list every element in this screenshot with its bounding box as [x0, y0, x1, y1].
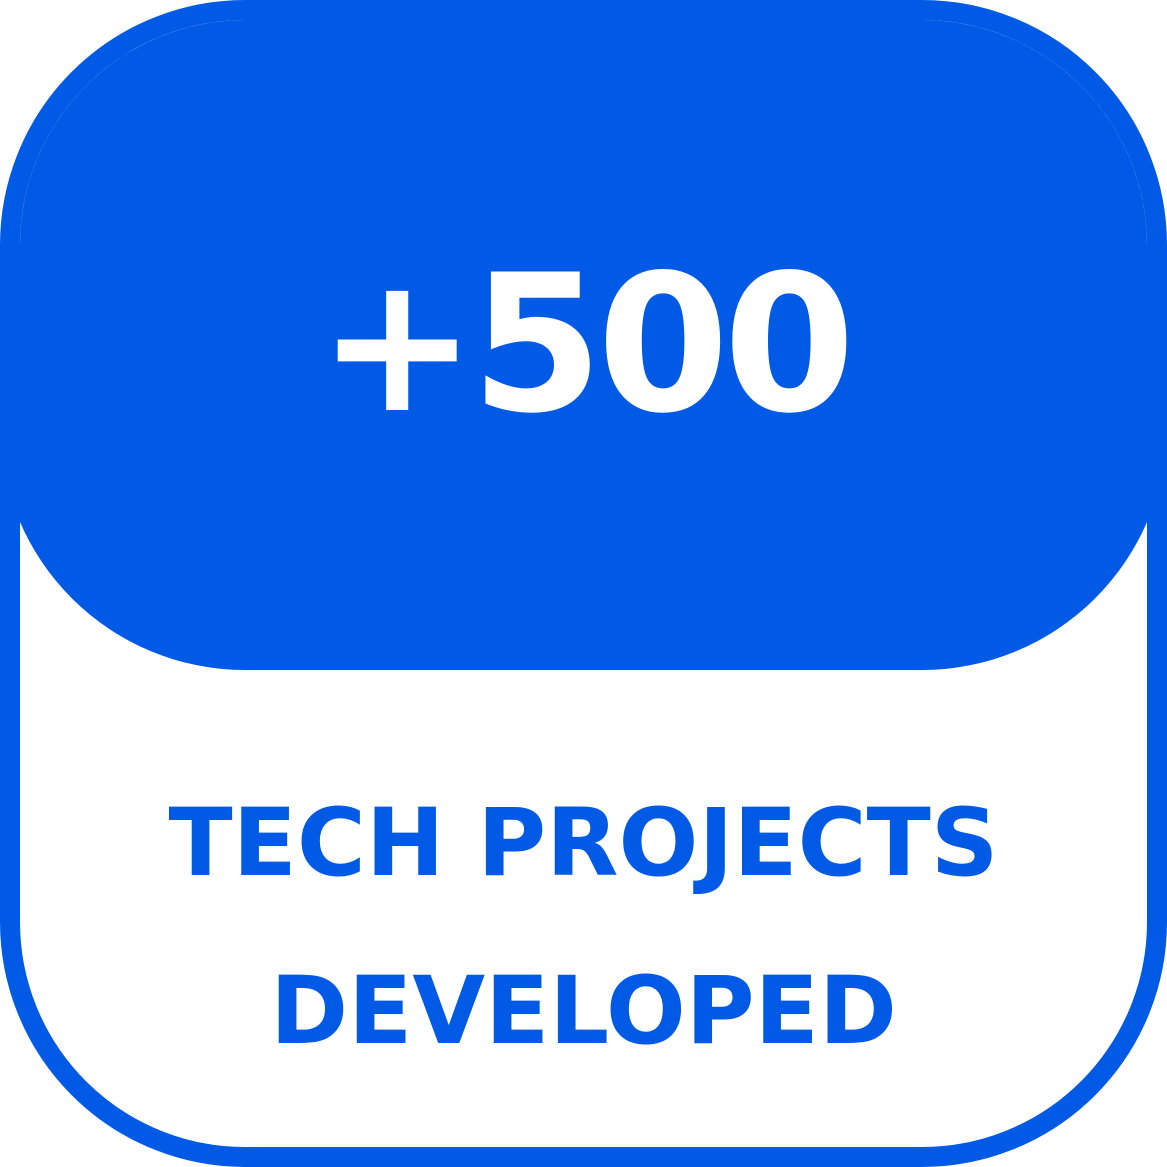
- stat-label: TECH PROJECTS DEVELOPED: [20, 760, 1147, 1096]
- stat-label-line-1: TECH PROJECTS: [168, 789, 999, 898]
- stat-value: +500: [317, 234, 856, 455]
- stat-card: +500 TECH PROJECTS DEVELOPED: [0, 0, 1167, 1167]
- stat-label-line-2: DEVELOPED: [270, 957, 897, 1066]
